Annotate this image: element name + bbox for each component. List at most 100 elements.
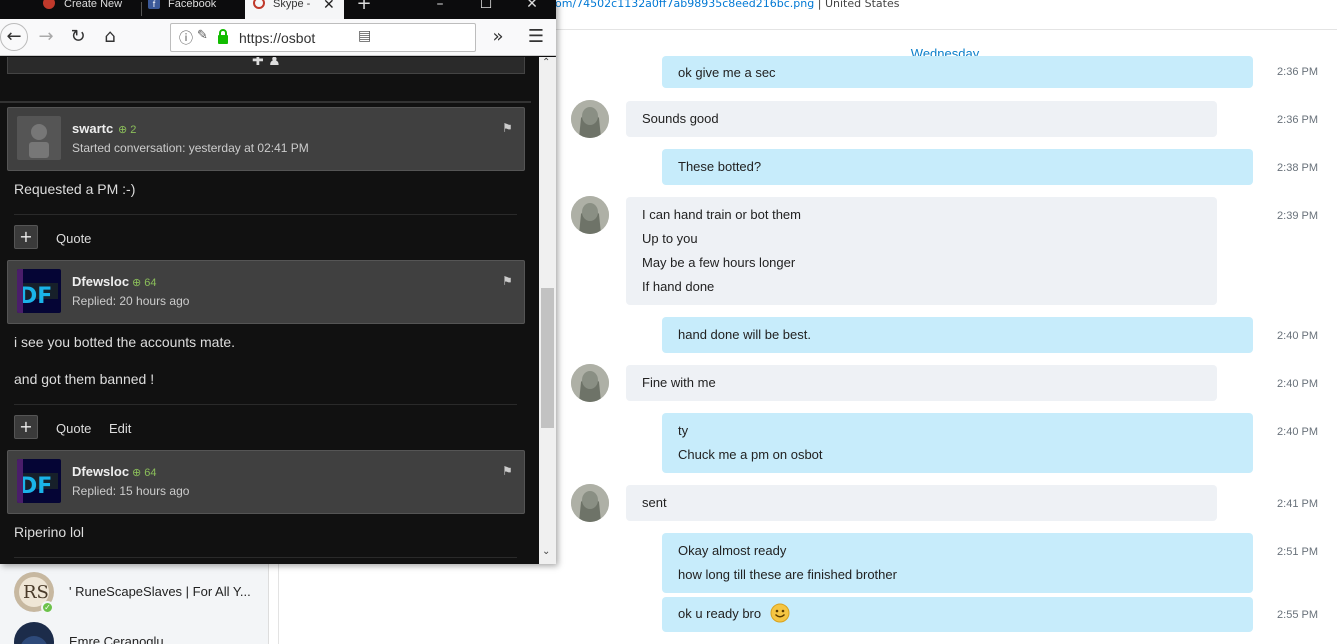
lock-icon [217,29,228,44]
post-author[interactable]: Dfewsloc [72,274,129,289]
info-icon[interactable]: ⓘ [179,28,193,48]
contact-avatar-icon[interactable] [571,364,609,402]
message-time: 2:40 PM [1277,330,1318,342]
quote-button[interactable]: Quote [56,421,91,436]
contact-avatar [14,622,54,644]
browser-window: Create New f Facebook Skype - ✕ + – ☐ ✕ … [0,0,556,564]
contact-item[interactable]: Emre Ceranoglu [14,622,264,644]
contact-item[interactable]: RS ✓ ' RuneScapeSlaves | For All Y... [14,572,264,616]
user-avatar[interactable] [17,116,61,160]
post-author[interactable]: Dfewsloc [72,464,129,479]
message-incoming[interactable]: Fine with me [626,365,1217,401]
tab-facebook[interactable]: f Facebook [142,0,244,19]
post-meta: Replied: 15 hours ago [72,484,190,498]
forward-arrow-icon[interactable]: → [32,23,60,51]
message-time: 2:40 PM [1277,426,1318,438]
message-outgoing[interactable]: Okay almost ready how long till these ar… [662,533,1253,593]
region-label: United States [824,0,900,10]
back-arrow-icon[interactable]: ← [0,23,28,51]
message-line: how long till these are finished brother [678,567,897,582]
shield-icon [43,0,55,9]
reader-view-icon[interactable]: ▤ [358,28,371,44]
report-flag-icon[interactable]: ⚑ [502,464,516,478]
post-meta: Replied: 20 hours ago [72,294,190,308]
tab-label: Facebook [168,0,217,10]
report-flag-icon[interactable]: ⚑ [502,121,516,135]
message-outgoing[interactable]: ok u ready bro [662,597,1253,632]
minimize-icon[interactable]: – [420,0,460,19]
message-line: These botted? [678,159,762,174]
tab-label: Create New [64,0,123,10]
svg-text:DF: DF [19,474,52,499]
url-bar[interactable]: ⓘ ✎ ▤ [170,23,476,52]
tab-skype[interactable]: Skype - ✕ [245,0,344,19]
reputation-badge: ⊕ 64 [132,277,157,289]
post-divider [14,557,517,558]
url-separator: | [817,0,822,10]
facebook-icon: f [148,0,160,9]
contact-name: Emre Ceranoglu [69,634,164,644]
report-flag-icon[interactable]: ⚑ [502,274,516,288]
screen: om/74502c1132a0ff7ab98935c8eed216bc.png … [0,0,1337,644]
compose-bar: ✚ ♟ [7,57,525,74]
message-line: Fine with me [642,375,716,390]
message-outgoing[interactable]: ty Chuck me a pm on osbot [662,413,1253,473]
message-line: Okay almost ready [678,543,787,558]
message-incoming[interactable]: I can hand train or bot them Up to you M… [626,197,1217,305]
reload-icon[interactable]: ↻ [64,23,92,51]
post-divider [14,214,517,215]
add-reply-button[interactable]: + [14,225,38,249]
scrollbar-thumb[interactable] [541,288,554,428]
maximize-icon[interactable]: ☐ [466,0,506,19]
user-avatar[interactable]: DF [17,459,61,503]
contact-name: ' RuneScapeSlaves | For All Y... [69,584,251,599]
hamburger-menu-icon[interactable]: ☰ [522,23,550,51]
contact-avatar-icon[interactable] [571,100,609,138]
post-text: i see you botted the accounts mate. [14,334,236,350]
tab-close-icon[interactable]: ✕ [323,0,335,11]
svg-text:RS: RS [23,582,49,603]
post-text: Riperino lol [14,524,85,540]
new-tab-icon[interactable]: + [344,0,384,19]
message-line: Sounds good [642,111,719,126]
message-line: Chuck me a pm on osbot [678,447,823,462]
add-user-icon[interactable]: ✚ ♟ [252,57,281,69]
skype-url-bar: om/74502c1132a0ff7ab98935c8eed216bc.png … [555,0,1337,30]
message-time: 2:39 PM [1277,210,1318,222]
tab-create-new[interactable]: Create New [33,0,141,19]
message-outgoing[interactable]: These botted? [662,149,1253,185]
sidebar-divider [278,564,279,644]
overflow-chevron-icon[interactable]: » [484,23,512,51]
post-author[interactable]: swartc [72,121,113,136]
message-line: If hand done [642,279,715,294]
message-time: 2:36 PM [1277,114,1318,126]
permissions-icon[interactable]: ✎ [197,28,208,43]
image-link[interactable]: om/74502c1132a0ff7ab98935c8eed216bc.png [555,0,814,10]
contact-avatar-icon[interactable] [571,484,609,522]
section-divider [0,101,531,103]
forum-page: ✚ ♟ swartc ⊕ 2 Started conversation: yes… [0,57,539,564]
message-outgoing[interactable]: hand done will be best. [662,317,1253,353]
post-header: DF Dfewsloc ⊕ 64 Replied: 20 hours ago ⚑ [7,260,525,324]
add-reply-button[interactable]: + [14,415,38,439]
user-avatar[interactable]: DF [17,269,61,313]
scroll-up-icon[interactable]: ⌃ [542,57,550,68]
home-icon[interactable]: ⌂ [96,23,124,51]
message-outgoing[interactable]: ok give me a sec [662,56,1253,88]
post-text: Requested a PM :-) [14,181,136,197]
message-line: May be a few hours longer [642,255,796,270]
message-line: ty [678,423,689,438]
message-time: 2:36 PM [1277,66,1318,78]
message-incoming[interactable]: sent [626,485,1217,521]
post-text: and got them banned ! [14,371,155,387]
scroll-down-icon[interactable]: ⌄ [542,546,550,557]
message-incoming[interactable]: Sounds good [626,101,1217,137]
contact-avatar-icon[interactable] [571,196,609,234]
edit-button[interactable]: Edit [109,421,131,436]
message-line: sent [642,495,667,510]
url-text[interactable]: https://osbot [239,30,319,46]
close-icon[interactable]: ✕ [512,0,552,19]
message-time: 2:41 PM [1277,498,1318,510]
quote-button[interactable]: Quote [56,231,91,246]
message-line: Up to you [642,231,698,246]
